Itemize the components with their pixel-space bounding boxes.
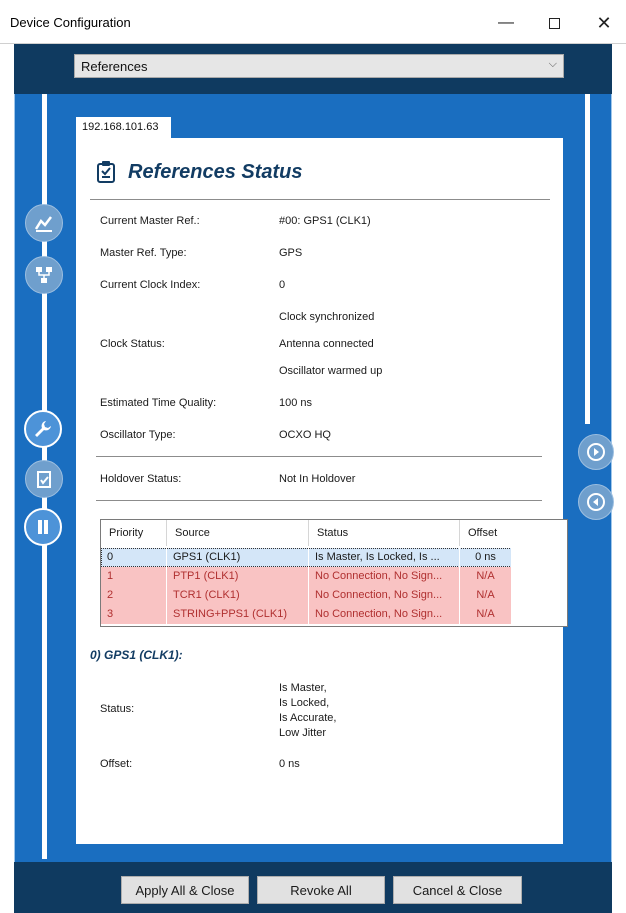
offset-cell: 0 ns: [460, 548, 512, 567]
holdover-label: Holdover Status:: [100, 473, 182, 485]
oscillator-type-value: OCXO HQ: [279, 429, 331, 441]
oscillator-type-label: Oscillator Type:: [100, 429, 176, 441]
source-cell: STRING+PPS1 (CLK1): [167, 605, 309, 624]
forward-icon: [587, 443, 605, 461]
column-header-priority[interactable]: Priority: [101, 520, 167, 546]
detail-status-label: Status:: [100, 703, 135, 715]
divider: [90, 199, 550, 200]
chevron-down-icon: ⌵: [548, 58, 557, 70]
clock-index-value: 0: [279, 279, 286, 291]
detail-status-line: Is Master,: [279, 682, 327, 694]
detail-status-line: Is Locked,: [279, 697, 330, 709]
status-cell: Is Master, Is Locked, Is ...: [309, 548, 460, 567]
apply-all-close-button[interactable]: Apply All & Close: [121, 876, 249, 904]
selector-bar: References ⌵: [14, 44, 612, 94]
cancel-close-button[interactable]: Cancel & Close: [393, 876, 522, 904]
master-type-value: GPS: [279, 247, 303, 259]
source-cell: TCR1 (CLK1): [167, 586, 309, 605]
offset-cell: N/A: [460, 586, 512, 605]
settings-nav-button[interactable]: [24, 410, 62, 448]
footer-bar: Apply All & Close Revoke All Cancel & Cl…: [14, 862, 612, 913]
tab-device-ip[interactable]: 192.168.101.63: [76, 117, 171, 139]
table-row[interactable]: 3 STRING+PPS1 (CLK1) No Connection, No S…: [101, 605, 512, 624]
column-header-status[interactable]: Status: [309, 520, 460, 546]
divider: [96, 500, 542, 501]
chart-nav-button[interactable]: [25, 204, 63, 242]
priority-cell: 2: [101, 586, 167, 605]
section-select-value: References: [81, 59, 148, 74]
priority-cell: 0: [101, 548, 167, 567]
revoke-all-button[interactable]: Revoke All: [257, 876, 385, 904]
clipboard-icon: [97, 161, 115, 183]
clock-status-label: Clock Status:: [100, 338, 165, 350]
close-button[interactable]: ✕: [584, 8, 624, 38]
clock-index-label: Current Clock Index:: [100, 279, 201, 291]
source-cell: GPS1 (CLK1): [167, 548, 309, 567]
offset-cell: N/A: [460, 605, 512, 624]
priority-cell: 1: [101, 567, 167, 586]
maximize-button[interactable]: [534, 8, 574, 38]
detail-title: 0) GPS1 (CLK1):: [90, 648, 183, 662]
column-header-offset[interactable]: Offset: [460, 520, 512, 546]
minimize-button[interactable]: —: [486, 8, 526, 38]
current-master-label: Current Master Ref.:: [100, 215, 200, 227]
status-cell: No Connection, No Sign...: [309, 567, 460, 586]
network-icon: [36, 267, 52, 283]
references-table[interactable]: Priority Source Status Offset 0 GPS1 (CL…: [100, 519, 568, 627]
column-header-source[interactable]: Source: [167, 520, 309, 546]
panel-title: References Status: [128, 160, 303, 183]
detail-offset-label: Offset:: [100, 758, 133, 770]
pause-icon: [38, 520, 48, 534]
time-quality-value: 100 ns: [279, 397, 313, 409]
minimize-icon: —: [498, 14, 514, 31]
detail-offset-value: 0 ns: [279, 758, 300, 770]
master-type-label: Master Ref. Type:: [100, 247, 187, 259]
clock-status-line: Antenna connected: [279, 338, 374, 350]
checklist-nav-button[interactable]: [25, 460, 63, 498]
clock-status-line: Clock synchronized: [279, 311, 375, 323]
back-button[interactable]: [578, 484, 614, 520]
forward-button[interactable]: [578, 434, 614, 470]
detail-status-line: Is Accurate,: [279, 712, 337, 724]
priority-cell: 3: [101, 605, 167, 624]
references-panel: References Status Current Master Ref.: #…: [76, 138, 568, 844]
divider: [96, 456, 542, 457]
pause-button[interactable]: [24, 508, 62, 546]
clipboard-check-icon: [37, 471, 51, 488]
chart-icon: [34, 216, 52, 232]
status-cell: No Connection, No Sign...: [309, 586, 460, 605]
network-nav-button[interactable]: [25, 256, 63, 294]
right-track-line: [585, 94, 590, 424]
table-row[interactable]: 1 PTP1 (CLK1) No Connection, No Sign... …: [101, 567, 512, 586]
status-cell: No Connection, No Sign...: [309, 605, 460, 624]
back-icon: [587, 493, 605, 511]
offset-cell: N/A: [460, 567, 512, 586]
source-cell: PTP1 (CLK1): [167, 567, 309, 586]
holdover-value: Not In Holdover: [279, 473, 356, 485]
table-row[interactable]: 2 TCR1 (CLK1) No Connection, No Sign... …: [101, 586, 512, 605]
section-select[interactable]: References ⌵: [74, 54, 564, 78]
detail-status-lines: Is Master, Is Locked, Is Accurate, Low J…: [279, 681, 336, 741]
current-master-value: #00: GPS1 (CLK1): [279, 215, 371, 227]
title-bar: Device Configuration — ✕: [0, 0, 626, 44]
detail-status-line: Low Jitter: [279, 727, 327, 739]
maximize-icon: [548, 17, 560, 29]
table-row[interactable]: 0 GPS1 (CLK1) Is Master, Is Locked, Is .…: [101, 548, 512, 567]
time-quality-label: Estimated Time Quality:: [100, 397, 217, 409]
window-title: Device Configuration: [10, 15, 131, 30]
close-icon: ✕: [596, 12, 612, 33]
panel-heading: References Status: [96, 160, 303, 184]
wrench-icon: [35, 421, 51, 437]
clock-status-line: Oscillator warmed up: [279, 365, 383, 377]
